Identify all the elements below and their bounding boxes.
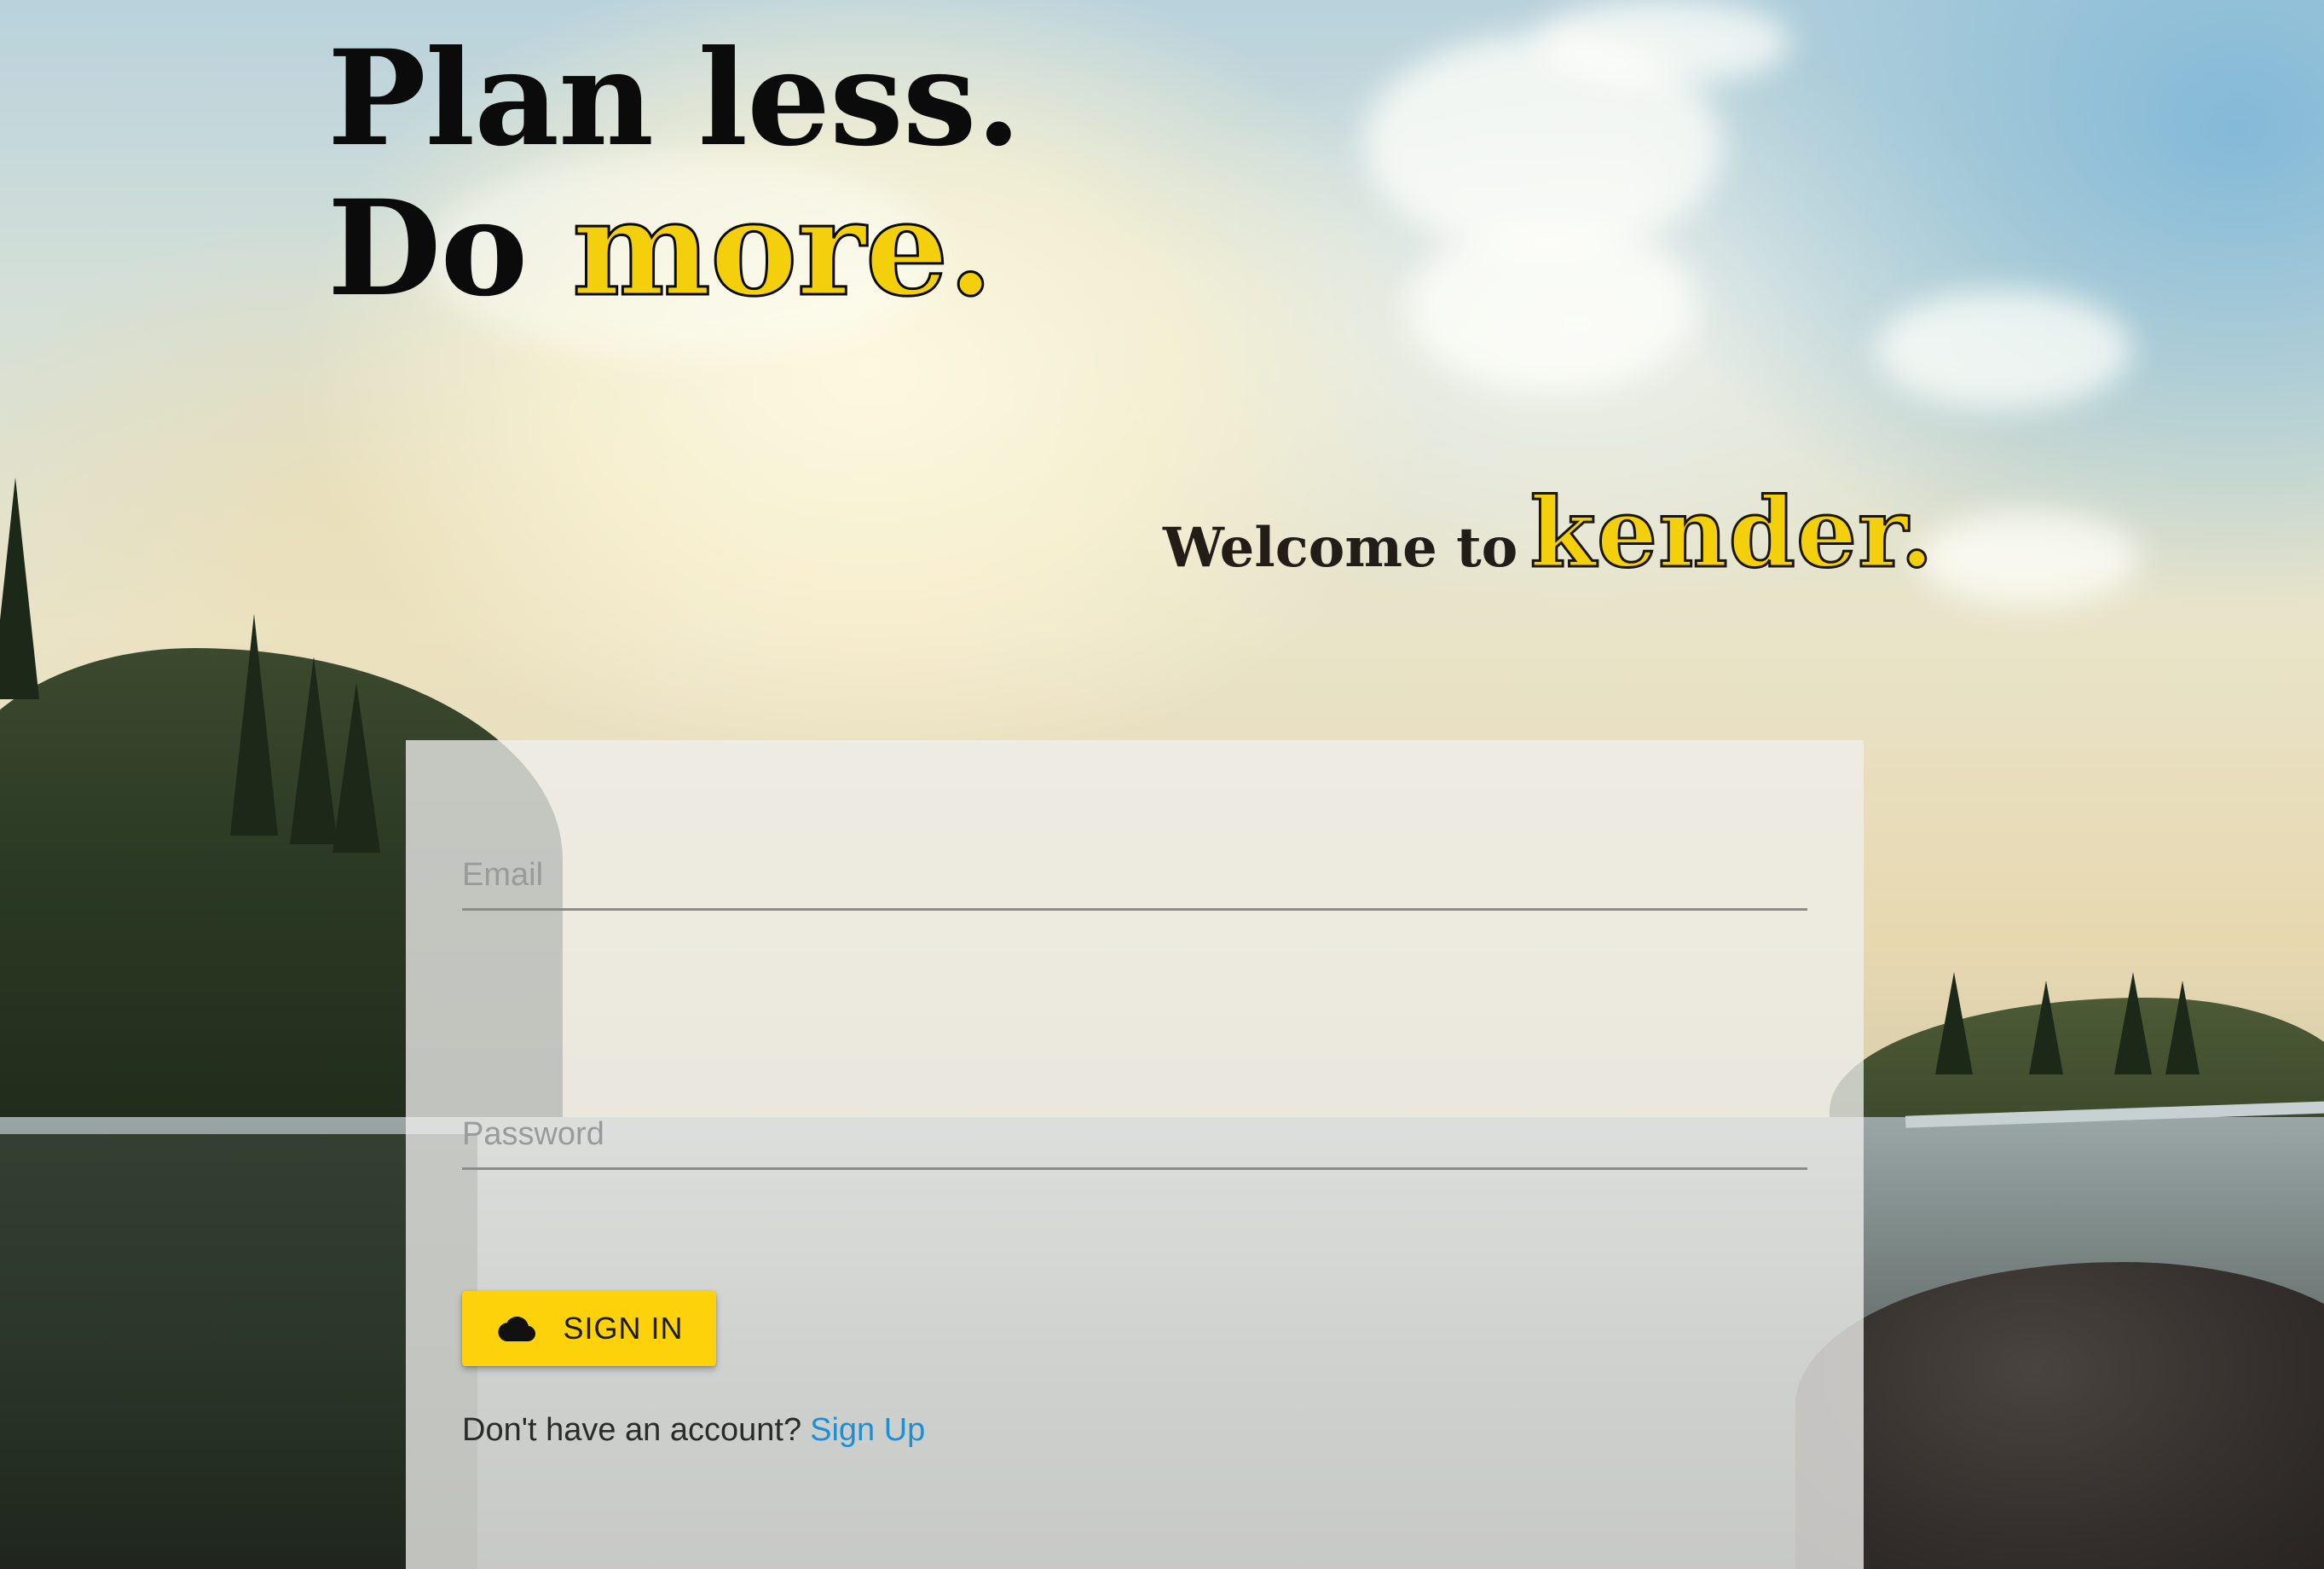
email-input[interactable]: [462, 842, 1807, 911]
cloud: [1918, 512, 2140, 605]
hero-line-2-accent: more.: [570, 171, 994, 326]
hero-line-1: Plan less.: [327, 21, 1021, 176]
hero-headline: Plan less. Do more.: [327, 21, 1021, 326]
tree: [230, 614, 278, 836]
login-card: SIGN IN Don't have an account?Sign Up: [406, 740, 1864, 1569]
password-input[interactable]: [462, 1102, 1807, 1170]
sign-in-label: SIGN IN: [563, 1311, 684, 1346]
cloud-icon: [498, 1317, 536, 1341]
no-account-text: Don't have an account?: [462, 1412, 802, 1448]
cloud: [1535, 0, 1790, 85]
welcome-heading: Welcome to kender.: [1163, 477, 1935, 591]
tree: [1935, 972, 1973, 1074]
hero-line-2: Do more.: [327, 171, 1020, 326]
password-field-container: [462, 1085, 1807, 1170]
tree: [2029, 981, 2063, 1074]
tree: [332, 682, 380, 853]
cloud: [1407, 222, 1697, 392]
tree: [290, 657, 338, 844]
sign-up-link[interactable]: Sign Up: [810, 1412, 925, 1448]
hero-line-2-prefix: Do: [327, 171, 528, 326]
sign-in-button[interactable]: SIGN IN: [462, 1291, 716, 1366]
cloud: [1876, 290, 2131, 409]
tree: [2165, 981, 2200, 1074]
welcome-prefix: Welcome to: [1163, 516, 1518, 580]
email-field-container: [462, 825, 1807, 911]
brand-logo-text: kender.: [1529, 477, 1935, 591]
tree: [0, 478, 39, 699]
tree: [2114, 972, 2152, 1074]
signup-prompt: Don't have an account? Sign Up: [462, 1412, 925, 1449]
